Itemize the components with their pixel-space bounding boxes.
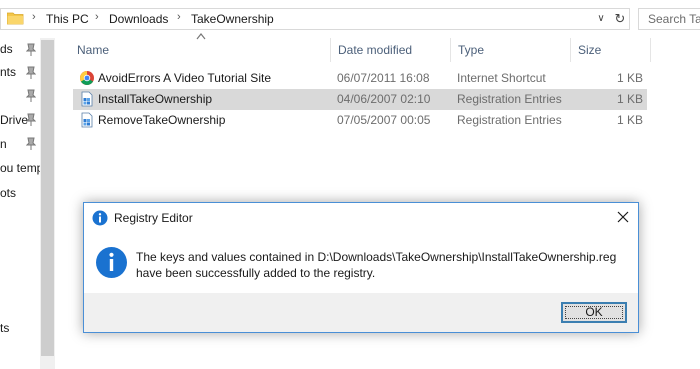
chevron-down-icon[interactable]: ∨: [594, 11, 608, 27]
sort-ascending-icon: [196, 33, 206, 40]
nav-item-label: Drive: [0, 113, 29, 127]
column-divider[interactable]: [570, 38, 571, 62]
column-divider[interactable]: [650, 38, 651, 62]
file-row[interactable]: RemoveTakeOwnership 07/05/2007 00:05 Reg…: [73, 110, 647, 131]
search-input[interactable]: Search Ta: [638, 8, 700, 30]
chrome-shortcut-icon: [80, 71, 94, 85]
dialog-title: Registry Editor: [114, 211, 193, 225]
column-divider[interactable]: [450, 38, 451, 62]
nav-scrollbar-thumb[interactable]: [41, 40, 54, 356]
nav-item[interactable]: Drive: [0, 110, 28, 130]
nav-item[interactable]: nts: [0, 62, 16, 82]
column-divider[interactable]: [330, 38, 331, 62]
address-bar[interactable]: › This PC › Downloads › TakeOwnership ∨ …: [0, 8, 630, 30]
address-bar-row: › This PC › Downloads › TakeOwnership ∨ …: [0, 0, 700, 38]
file-size: 1 KB: [616, 71, 643, 85]
info-icon-large: [96, 247, 127, 278]
close-icon[interactable]: [608, 203, 638, 231]
pin-icon: [26, 137, 36, 150]
nav-item-label: nts: [0, 65, 17, 79]
file-name: InstallTakeOwnership: [98, 92, 213, 106]
refresh-icon[interactable]: ↻: [612, 10, 628, 28]
nav-item[interactable]: ts: [0, 318, 9, 338]
breadcrumb-takeownership[interactable]: TakeOwnership: [191, 12, 274, 26]
file-date: 06/07/2011 16:08: [337, 71, 430, 85]
registry-file-icon: [81, 112, 93, 128]
file-size: 1 KB: [616, 92, 643, 106]
navigation-pane: ds nts Drive n ou temp ots ts: [0, 38, 57, 369]
pin-icon: [26, 113, 36, 126]
file-type: Registration Entries: [457, 113, 562, 127]
column-header-name[interactable]: Name: [77, 38, 109, 62]
file-type: Internet Shortcut: [457, 71, 546, 85]
pin-icon: [26, 43, 36, 56]
folder-icon: [7, 12, 24, 25]
registry-file-icon: [81, 91, 93, 107]
info-icon: [92, 210, 108, 226]
nav-item-label: ts: [0, 321, 10, 335]
file-row-selected[interactable]: InstallTakeOwnership 04/06/2007 02:10 Re…: [73, 89, 647, 110]
file-type: Registration Entries: [457, 92, 562, 106]
ok-button[interactable]: OK: [561, 302, 627, 323]
pin-icon: [26, 89, 36, 102]
nav-item[interactable]: ds: [0, 39, 13, 59]
breadcrumb-separator[interactable]: ›: [95, 11, 99, 23]
file-size: 1 KB: [616, 113, 643, 127]
nav-item[interactable]: n: [0, 134, 7, 154]
nav-item[interactable]: ots: [0, 183, 16, 203]
file-date: 07/05/2007 00:05: [337, 113, 431, 127]
search-placeholder: Search Ta: [648, 12, 700, 26]
nav-item-label: ds: [0, 42, 13, 56]
file-name: RemoveTakeOwnership: [98, 113, 226, 127]
breadcrumb-separator[interactable]: ›: [32, 11, 36, 23]
nav-item[interactable]: ou temp: [0, 158, 43, 178]
breadcrumb-separator[interactable]: ›: [177, 11, 181, 23]
file-name: AvoidErrors A Video Tutorial Site: [98, 71, 271, 85]
dialog-footer: OK: [84, 293, 638, 332]
column-header-size[interactable]: Size: [578, 38, 601, 62]
file-date: 04/06/2007 02:10: [337, 92, 431, 106]
nav-item-label: ou temp: [0, 161, 44, 175]
registry-editor-dialog: Registry Editor The keys and values cont…: [83, 202, 639, 333]
dialog-message-line: have been successfully added to the regi…: [136, 266, 376, 280]
column-header-date[interactable]: Date modified: [338, 38, 412, 62]
nav-item-label: n: [0, 137, 7, 151]
breadcrumb-this-pc[interactable]: This PC: [46, 12, 89, 26]
breadcrumb-downloads[interactable]: Downloads: [109, 12, 168, 26]
column-header-type[interactable]: Type: [458, 38, 484, 62]
dialog-message-line: The keys and values contained in D:\Down…: [136, 250, 617, 264]
pin-icon: [26, 66, 36, 79]
file-row[interactable]: AvoidErrors A Video Tutorial Site 06/07/…: [73, 68, 647, 89]
dialog-message: The keys and values contained in D:\Down…: [136, 249, 626, 281]
nav-item-label: ots: [0, 186, 17, 200]
